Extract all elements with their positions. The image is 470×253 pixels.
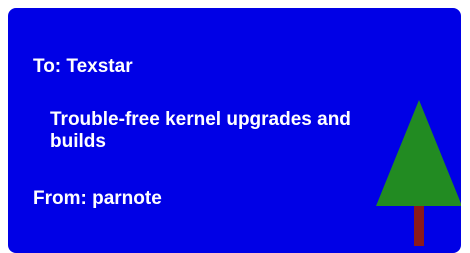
greeting-card: To: Texstar Trouble-free kernel upgrades… (8, 8, 461, 253)
message-text: Trouble-free kernel upgrades and builds (50, 109, 351, 152)
recipient-line: To: Texstar (33, 56, 133, 77)
pine-tree-icon (376, 100, 461, 246)
tree-foliage (376, 100, 461, 206)
sender-line: From: parnote (33, 188, 162, 209)
tree-trunk (414, 206, 424, 246)
